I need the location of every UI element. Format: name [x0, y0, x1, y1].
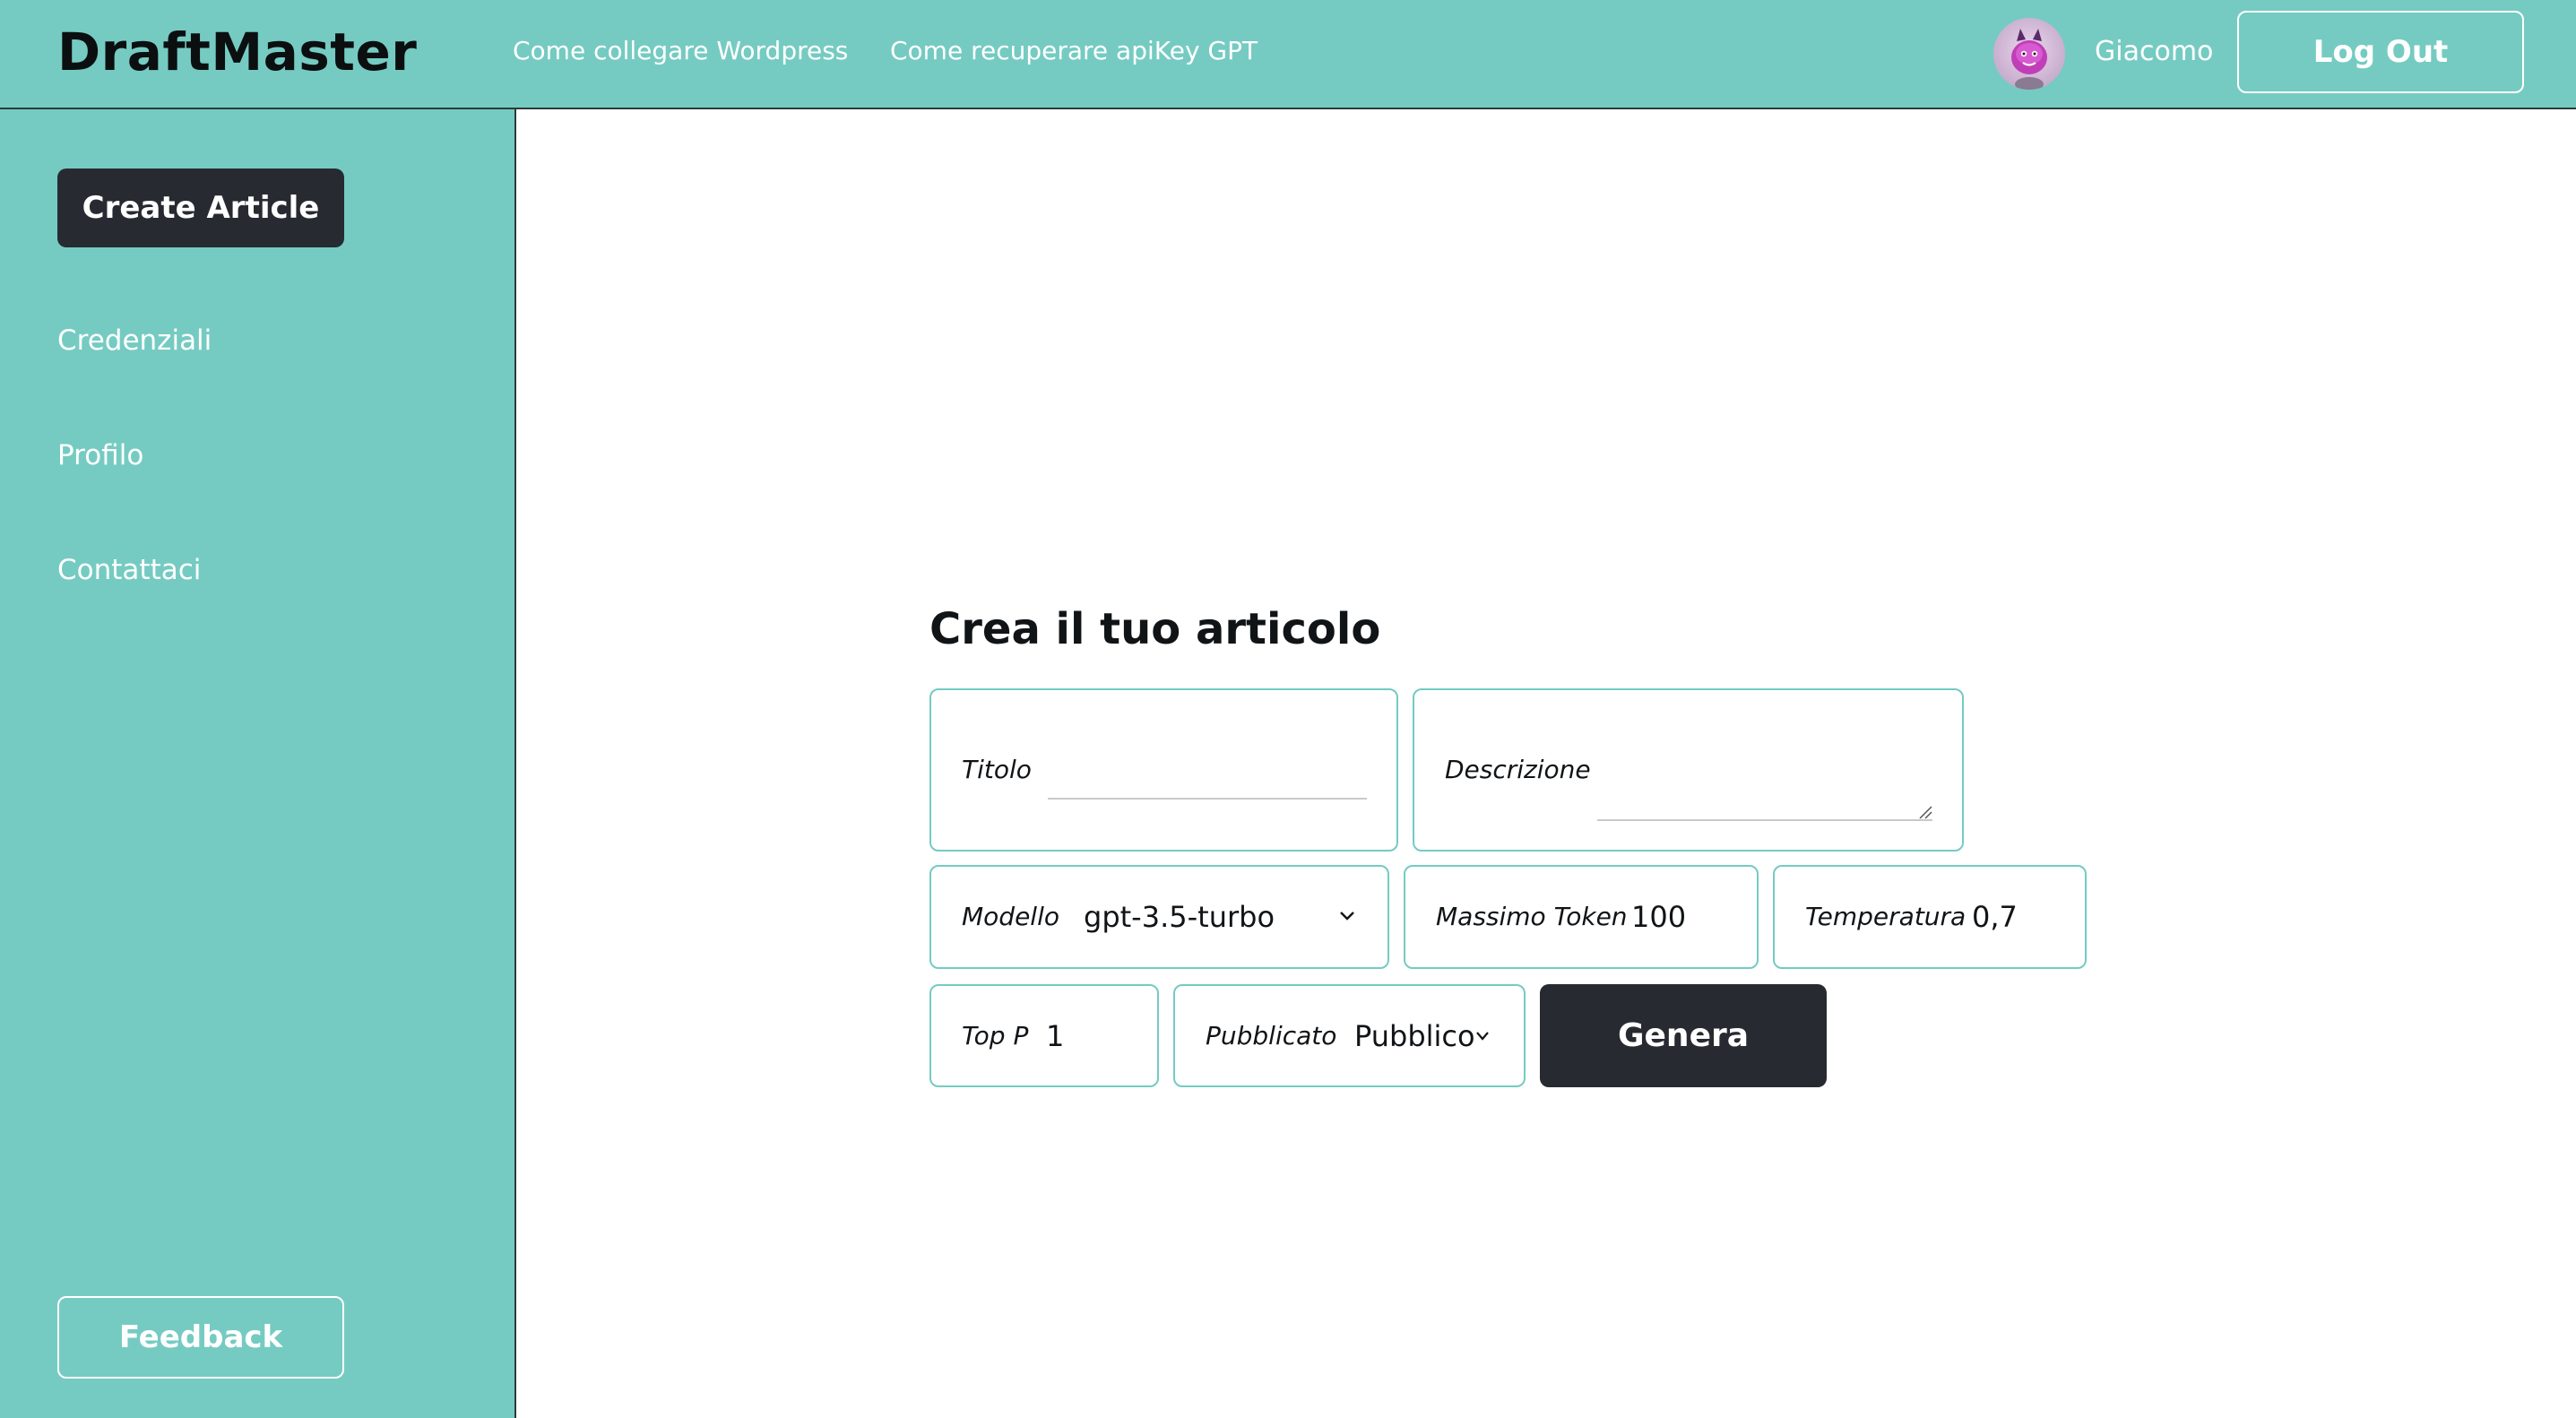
- genera-button[interactable]: Genera: [1540, 984, 1827, 1087]
- purple-monster-avatar-icon: [2011, 29, 2047, 90]
- massimo-token-label: Massimo Token: [1436, 902, 1628, 931]
- create-article-button[interactable]: Create Article: [57, 169, 344, 247]
- top-p-input[interactable]: 1: [1046, 1019, 1064, 1053]
- top-p-field-box: Top P 1: [929, 984, 1159, 1087]
- pubblicato-select[interactable]: Pubblico: [1354, 1019, 1475, 1053]
- modello-label: Modello: [962, 902, 1059, 931]
- descrizione-textarea[interactable]: [1597, 748, 1932, 783]
- temperatura-input[interactable]: 0,7: [1972, 900, 2018, 934]
- titolo-field-box: Titolo: [929, 688, 1398, 852]
- titolo-underline: [1048, 798, 1367, 800]
- pubblicato-label: Pubblicato: [1206, 1021, 1337, 1051]
- titolo-input[interactable]: [1048, 748, 1367, 783]
- descrizione-field-box: Descrizione: [1413, 688, 1964, 852]
- chevron-down-icon[interactable]: [1474, 1031, 1491, 1042]
- massimo-token-input[interactable]: 100: [1631, 900, 1686, 934]
- massimo-token-field-box: Massimo Token 100: [1404, 865, 1759, 969]
- top-p-label: Top P: [962, 1021, 1029, 1051]
- chevron-down-icon[interactable]: [1338, 910, 1356, 922]
- descrizione-label: Descrizione: [1445, 755, 1591, 784]
- sidebar: Create Article Credenziali Profilo Conta…: [0, 109, 516, 1418]
- avatar[interactable]: [1993, 18, 2065, 90]
- descrizione-underline: [1597, 819, 1932, 821]
- nav-link-apikey[interactable]: Come recuperare apiKey GPT: [890, 36, 1258, 65]
- modello-field-box: Modello gpt-3.5-turbo: [929, 865, 1389, 969]
- temperatura-label: Temperatura: [1805, 902, 1967, 931]
- resize-handle-icon[interactable]: [1918, 805, 1932, 819]
- page-title: Crea il tuo articolo: [929, 604, 1381, 654]
- feedback-button[interactable]: Feedback: [57, 1296, 344, 1379]
- sidebar-item-profilo[interactable]: Profilo: [57, 439, 143, 471]
- user-name: Giacomo: [2095, 36, 2214, 67]
- logout-button[interactable]: Log Out: [2237, 11, 2524, 93]
- sidebar-item-contattaci[interactable]: Contattaci: [57, 554, 201, 586]
- titolo-label: Titolo: [962, 755, 1032, 784]
- brand-logo[interactable]: DraftMaster: [57, 22, 417, 82]
- top-navbar: DraftMaster Come collegare Wordpress Com…: [0, 0, 2576, 109]
- temperatura-field-box: Temperatura 0,7: [1773, 865, 2087, 969]
- modello-select[interactable]: gpt-3.5-turbo: [1084, 900, 1275, 934]
- nav-link-wordpress[interactable]: Come collegare Wordpress: [513, 36, 848, 65]
- pubblicato-field-box: Pubblicato Pubblico: [1173, 984, 1526, 1087]
- sidebar-item-credenziali[interactable]: Credenziali: [57, 324, 212, 357]
